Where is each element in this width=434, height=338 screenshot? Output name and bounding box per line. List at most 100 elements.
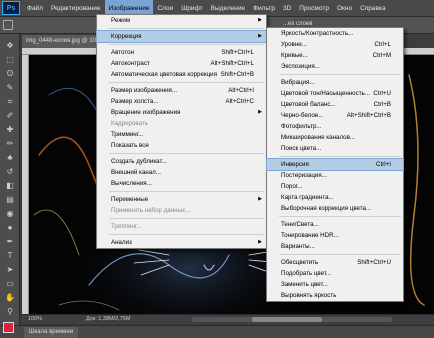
menu-item-label: Переменные <box>111 196 149 203</box>
menu-separator <box>109 191 264 192</box>
zoom-level[interactable]: 100% <box>28 316 42 322</box>
marquee-icon[interactable]: ⬚ <box>4 54 16 66</box>
menu-item[interactable]: Инверсия Ctrl+I <box>266 158 404 171</box>
path-select-icon[interactable]: ➤ <box>4 264 16 276</box>
foreground-color-swatch[interactable] <box>3 322 14 333</box>
document-size: Док: 1,38М/2,75М <box>86 316 131 322</box>
scrollbar-thumb[interactable] <box>252 317 322 322</box>
blur-icon[interactable]: ◉ <box>4 208 16 220</box>
menu-item[interactable]: Размер изображения... Alt+Ctrl+I <box>97 85 266 96</box>
move-icon[interactable]: ✥ <box>4 40 16 52</box>
eraser-icon[interactable]: ◧ <box>4 180 16 192</box>
menu-item-label: Автотон <box>111 49 134 56</box>
submenu-arrow-icon: ▶ <box>258 109 262 115</box>
menu-item-label: Подобрать цвет... <box>281 270 332 277</box>
menu-item-shortcut: Alt+Ctrl+C <box>225 98 254 105</box>
menu-item-label: Тримминг... <box>111 131 144 138</box>
menu-item[interactable]: Вибрация... <box>267 77 403 88</box>
menu-item[interactable]: Экспозиция... <box>267 61 403 72</box>
timeline-tab[interactable]: Шкала времени <box>24 327 79 338</box>
hand-icon[interactable]: ✋ <box>4 292 16 304</box>
menu-item[interactable]: Цветовой баланс... Ctrl+B <box>267 99 403 110</box>
bottom-panel: Шкала времени <box>0 325 434 338</box>
menu-item[interactable]: Поиск цвета... <box>267 143 403 154</box>
menubar-item[interactable]: Справка <box>356 0 390 17</box>
history-brush-icon[interactable]: ↺ <box>4 166 16 178</box>
menu-item[interactable]: Переменные ▶ <box>97 194 266 205</box>
horizontal-scrollbar[interactable] <box>192 317 392 322</box>
menu-item[interactable]: Вращение изображения ▶ <box>97 107 266 118</box>
menu-item-label: Размер изображения... <box>111 87 178 94</box>
menu-item-label: Автоконтраст <box>111 60 150 67</box>
menu-item[interactable]: Внешний канал... <box>97 167 266 178</box>
menu-item-label: Режим <box>111 17 131 24</box>
menu-item: Кадрировать <box>97 118 266 129</box>
eyedropper-icon[interactable]: ✐ <box>4 110 16 122</box>
menu-item[interactable]: Вычисления... <box>97 178 266 189</box>
type-icon[interactable]: T <box>4 250 16 262</box>
menu-item[interactable]: Выровнять яркость <box>267 290 403 301</box>
menu-item-shortcut: Ctrl+I <box>376 161 391 168</box>
menu-item-label: Вращение изображения <box>111 109 181 116</box>
menu-item[interactable]: Создать дубликат... <box>97 156 266 167</box>
current-tool-icon[interactable] <box>3 20 13 30</box>
menu-separator <box>279 254 401 255</box>
menu-item-label: Поиск цвета... <box>281 145 322 152</box>
menu-item[interactable]: Тени/Света... <box>267 219 403 230</box>
menu-item[interactable]: Автоматическая цветовая коррекция Shift+C… <box>97 69 266 80</box>
clone-stamp-icon[interactable]: ♣ <box>4 152 16 164</box>
menu-item[interactable]: Яркость/Контрастность... <box>267 28 403 39</box>
menu-item[interactable]: Автоконтраст Alt+Shift+Ctrl+L <box>97 58 266 69</box>
menu-item-label: Выборочная коррекция цвета... <box>281 205 372 212</box>
menu-item[interactable]: Обесцветить Shift+Ctrl+U <box>267 257 403 268</box>
menu-item[interactable]: Уровни... Ctrl+L <box>267 39 403 50</box>
menu-item[interactable]: Заменить цвет... <box>267 279 403 290</box>
menu-item[interactable]: Кривые... Ctrl+M <box>267 50 403 61</box>
gradient-icon[interactable]: ▤ <box>4 194 16 206</box>
menu-item[interactable]: Автотон Shift+Ctrl+L <box>97 47 266 58</box>
menu-item-label: Размер холста... <box>111 98 159 105</box>
healing-brush-icon[interactable]: ✚ <box>4 124 16 136</box>
menu-item[interactable]: Подобрать цвет... <box>267 268 403 279</box>
menu-item-label: Вибрация... <box>281 79 315 86</box>
menu-item[interactable]: Размер холста... Alt+Ctrl+C <box>97 96 266 107</box>
menu-item-label: Уровни... <box>281 41 307 48</box>
menubar-item[interactable]: 3D <box>279 0 295 17</box>
menu-item[interactable]: Выборочная коррекция цвета... <box>267 203 403 214</box>
menu-item-label: Обесцветить <box>281 259 319 266</box>
menu-item[interactable]: Режим ▶ <box>97 15 266 26</box>
pen-icon[interactable]: ✒ <box>4 236 16 248</box>
menubar-item[interactable]: Окно <box>333 0 356 17</box>
menu-item[interactable]: Черно-белое... Alt+Shift+Ctrl+B <box>267 110 403 121</box>
menubar-item[interactable]: Просмотр <box>295 0 333 17</box>
zoom-icon[interactable]: ⚲ <box>4 306 16 318</box>
menu-item[interactable]: Микширование каналов... <box>267 132 403 143</box>
adjustments-submenu: Яркость/Контрастность... Уровни... Ctrl+L К… <box>266 27 404 302</box>
crop-icon[interactable]: ⌗ <box>4 96 16 108</box>
menu-item-label: Кадрировать <box>111 120 149 127</box>
menu-item[interactable]: Постеризация... <box>267 170 403 181</box>
menu-item[interactable]: Анализ ▶ <box>97 237 266 248</box>
menu-item[interactable]: Тримминг... <box>97 129 266 140</box>
dodge-icon[interactable]: ● <box>4 222 16 234</box>
menu-item-shortcut: Shift+Ctrl+L <box>221 49 254 56</box>
menu-item[interactable]: Фотофильтр... <box>267 121 403 132</box>
menu-item[interactable]: Цветовой тон/Насыщенность... Ctrl+U <box>267 88 403 99</box>
menu-item-shortcut: Shift+Ctrl+U <box>357 259 391 266</box>
shape-icon[interactable]: ▭ <box>4 278 16 290</box>
menubar-item[interactable]: Файл <box>23 0 47 17</box>
menu-separator <box>109 218 264 219</box>
menu-separator <box>109 153 264 154</box>
menu-item-label: Применить набор данных... <box>111 207 191 214</box>
menu-item[interactable]: Тонирование HDR... <box>267 230 403 241</box>
menu-item[interactable]: Варианты... <box>267 241 403 252</box>
menu-item[interactable]: Показать все <box>97 140 266 151</box>
submenu-arrow-icon: ▶ <box>258 239 262 245</box>
menu-item[interactable]: Порог... <box>267 181 403 192</box>
lasso-icon[interactable]: ʘ <box>4 68 16 80</box>
brush-icon[interactable]: ✏ <box>4 138 16 150</box>
menu-item[interactable]: Карта градиента... <box>267 192 403 203</box>
menu-item-shortcut: Alt+Ctrl+I <box>228 87 254 94</box>
menu-item[interactable]: Коррекция ▶ <box>96 30 267 43</box>
quick-select-icon[interactable]: ✎ <box>4 82 16 94</box>
